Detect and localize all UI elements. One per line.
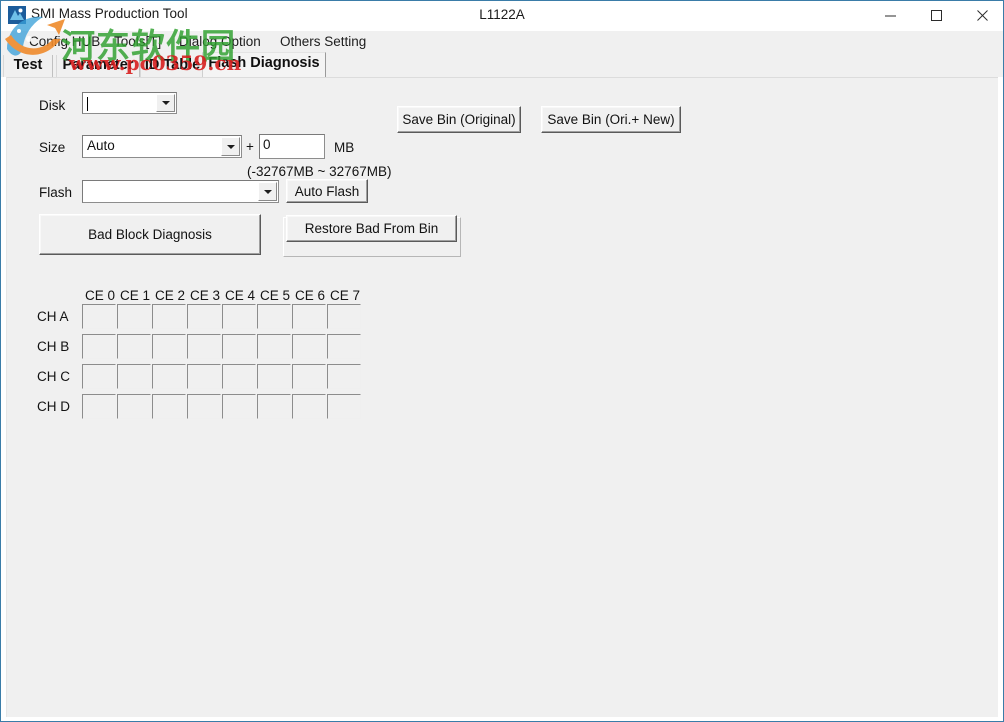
chevron-down-icon[interactable] <box>258 182 277 201</box>
grid-cell-c6[interactable] <box>292 364 326 389</box>
grid-cell-c2[interactable] <box>152 364 186 389</box>
minimize-button[interactable] <box>867 1 913 30</box>
grid-col-header-ce5: CE 5 <box>259 288 290 303</box>
grid-col-header-ce0: CE 0 <box>84 288 115 303</box>
maximize-button[interactable] <box>913 1 959 30</box>
grid-cell-b6[interactable] <box>292 334 326 359</box>
grid-row-header-chb: CH B <box>37 339 70 354</box>
tab-parameter[interactable]: Parameter <box>56 55 140 77</box>
grid-cell-b7[interactable] <box>327 334 361 359</box>
close-icon <box>976 10 988 21</box>
disk-label: Disk <box>39 98 66 113</box>
grid-cell-c3[interactable] <box>187 364 221 389</box>
menu-item-others-setting[interactable]: Others Setting <box>276 33 370 50</box>
grid-col-header-ce7: CE 7 <box>329 288 360 303</box>
grid-cell-a6[interactable] <box>292 304 326 329</box>
tab-id-table[interactable]: ID Table <box>140 55 205 77</box>
disk-select[interactable] <box>82 92 177 114</box>
size-label: Size <box>39 140 66 155</box>
grid-row-header-chd: CH D <box>37 399 70 414</box>
grid-cell-c5[interactable] <box>257 364 291 389</box>
grid-row-header-chc: CH C <box>37 369 70 384</box>
menu-item-config-hub[interactable]: Config HUB <box>25 33 104 50</box>
grid-cell-c7[interactable] <box>327 364 361 389</box>
grid-cell-d5[interactable] <box>257 394 291 419</box>
grid-col-header-ce6: CE 6 <box>294 288 325 303</box>
disk-select-caret <box>87 97 88 111</box>
grid-cell-b1[interactable] <box>117 334 151 359</box>
restore-bad-from-bin-button[interactable]: Restore Bad From Bin <box>286 215 457 242</box>
flash-select[interactable] <box>82 180 279 203</box>
menu-item-dialog-option[interactable]: Dialog Option <box>175 33 265 50</box>
grid-cell-a7[interactable] <box>327 304 361 329</box>
size-plus-sign: + <box>246 139 254 154</box>
grid-cell-c1[interactable] <box>117 364 151 389</box>
window-title: SMI Mass Production Tool <box>31 6 188 21</box>
save-bin-ori-new-button[interactable]: Save Bin (Ori.+ New) <box>541 106 681 133</box>
grid-cell-b5[interactable] <box>257 334 291 359</box>
size-offset-input[interactable]: 0 <box>259 134 325 159</box>
tab-strip: Test Parameter ID Table Flash Diagnosis <box>1 52 1003 77</box>
grid-col-header-ce1: CE 1 <box>119 288 150 303</box>
grid-cell-b3[interactable] <box>187 334 221 359</box>
menu-item-tools[interactable]: Tools[T] <box>110 33 165 50</box>
chevron-down-icon[interactable] <box>221 137 240 156</box>
chevron-down-icon[interactable] <box>156 94 175 112</box>
flash-diagnosis-panel: Disk Size Auto + 0 MB (-32767MB ~ 32767M… <box>6 77 998 717</box>
grid-col-header-ce4: CE 4 <box>224 288 255 303</box>
grid-cell-c0[interactable] <box>82 364 116 389</box>
grid-cell-d0[interactable] <box>82 394 116 419</box>
grid-cell-d6[interactable] <box>292 394 326 419</box>
size-select-value: Auto <box>87 138 115 153</box>
tab-test[interactable]: Test <box>3 55 53 77</box>
grid-cell-d3[interactable] <box>187 394 221 419</box>
grid-col-header-ce2: CE 2 <box>154 288 185 303</box>
minimize-icon <box>884 15 896 17</box>
grid-cell-c4[interactable] <box>222 364 256 389</box>
grid-row-header-cha: CH A <box>37 309 69 324</box>
size-select[interactable]: Auto <box>82 135 242 158</box>
menu-bar: Config HUB Tools[T] Dialog Option Others… <box>1 31 1003 52</box>
close-button[interactable] <box>959 1 1003 30</box>
bad-block-diagnosis-button[interactable]: Bad Block Diagnosis <box>39 214 261 255</box>
size-range-hint: (-32767MB ~ 32767MB) <box>247 164 392 179</box>
save-bin-original-button[interactable]: Save Bin (Original) <box>397 106 521 133</box>
tab-flash-diagnosis[interactable]: Flash Diagnosis <box>202 52 326 77</box>
grid-cell-d2[interactable] <box>152 394 186 419</box>
grid-cell-b0[interactable] <box>82 334 116 359</box>
application-window: SMI Mass Production Tool L1122A Config H… <box>0 0 1004 722</box>
app-icon <box>8 6 26 24</box>
grid-cell-a3[interactable] <box>187 304 221 329</box>
grid-cell-b4[interactable] <box>222 334 256 359</box>
flash-label: Flash <box>39 185 73 200</box>
title-bar: SMI Mass Production Tool L1122A <box>1 1 1003 30</box>
maximize-icon <box>930 10 942 21</box>
size-unit-label: MB <box>334 140 355 155</box>
grid-cell-a2[interactable] <box>152 304 186 329</box>
grid-cell-a1[interactable] <box>117 304 151 329</box>
grid-cell-a0[interactable] <box>82 304 116 329</box>
grid-cell-a5[interactable] <box>257 304 291 329</box>
grid-cell-a4[interactable] <box>222 304 256 329</box>
grid-cell-b2[interactable] <box>152 334 186 359</box>
grid-col-header-ce3: CE 3 <box>189 288 220 303</box>
grid-cell-d1[interactable] <box>117 394 151 419</box>
grid-cell-d4[interactable] <box>222 394 256 419</box>
grid-cell-d7[interactable] <box>327 394 361 419</box>
auto-flash-button[interactable]: Auto Flash <box>286 179 368 203</box>
